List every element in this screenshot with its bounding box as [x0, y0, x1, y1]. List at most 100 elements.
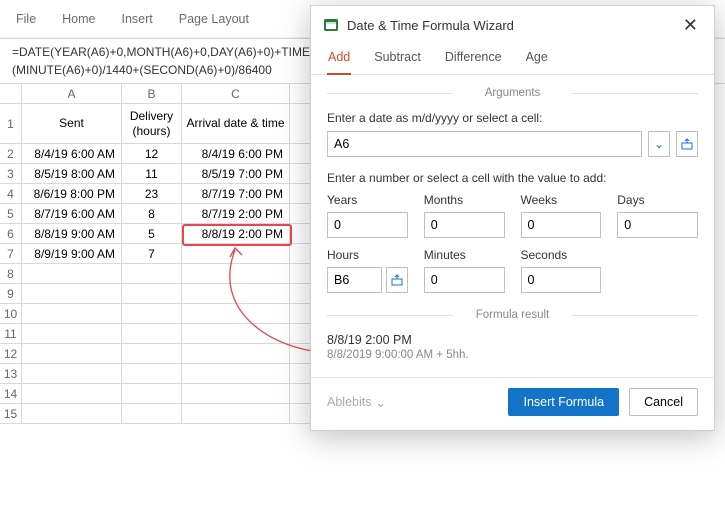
cell-delivery[interactable]: 11: [122, 164, 182, 184]
input-weeks[interactable]: [521, 212, 602, 238]
row-header[interactable]: 15: [0, 404, 22, 424]
cell-arrival[interactable]: [182, 244, 290, 264]
cell-sent[interactable]: 8/5/19 8:00 AM: [22, 164, 122, 184]
label-minutes: Minutes: [424, 248, 505, 262]
cell-delivery[interactable]: 5: [122, 224, 182, 244]
input-minutes[interactable]: [424, 267, 505, 293]
cell[interactable]: [182, 324, 290, 344]
cell[interactable]: [122, 344, 182, 364]
arguments-label: Arguments: [327, 87, 698, 99]
input-years[interactable]: [327, 212, 408, 238]
cell[interactable]: [22, 364, 122, 384]
row-header[interactable]: 1: [0, 104, 22, 144]
cell[interactable]: [22, 304, 122, 324]
cell-ref-icon: [681, 138, 693, 150]
row-header[interactable]: 12: [0, 344, 22, 364]
brand-link[interactable]: Ablebits⌄: [327, 395, 386, 410]
cell[interactable]: [22, 264, 122, 284]
cell[interactable]: [22, 384, 122, 404]
cell-delivery[interactable]: 12: [122, 144, 182, 164]
cell-sent[interactable]: 8/8/19 9:00 AM: [22, 224, 122, 244]
cell[interactable]: [122, 364, 182, 384]
cell-arrival[interactable]: 8/7/19 7:00 PM: [182, 184, 290, 204]
row-header[interactable]: 9: [0, 284, 22, 304]
cell[interactable]: [122, 404, 182, 424]
cell[interactable]: [182, 404, 290, 424]
dialog-title: Date & Time Formula Wizard: [347, 18, 671, 33]
cell[interactable]: [122, 264, 182, 284]
cell[interactable]: [182, 304, 290, 324]
cell[interactable]: [182, 284, 290, 304]
insert-formula-button[interactable]: Insert Formula: [508, 388, 619, 416]
tab-add[interactable]: Add: [327, 42, 351, 74]
cell[interactable]: [22, 284, 122, 304]
row-header[interactable]: 4: [0, 184, 22, 204]
cell[interactable]: [22, 324, 122, 344]
cell[interactable]: [122, 284, 182, 304]
tab-age[interactable]: Age: [525, 42, 549, 74]
row-header[interactable]: 3: [0, 164, 22, 184]
col-header-b[interactable]: B: [122, 84, 182, 104]
number-prompt: Enter a number or select a cell with the…: [327, 171, 698, 185]
cell-delivery[interactable]: 23: [122, 184, 182, 204]
date-prompt: Enter a date as m/d/yyyy or select a cel…: [327, 111, 698, 125]
row-header[interactable]: 7: [0, 244, 22, 264]
cell-arrival[interactable]: 8/8/19 2:00 PM: [182, 224, 290, 244]
cell-sent[interactable]: 8/4/19 6:00 AM: [22, 144, 122, 164]
result-short: 8/8/19 2:00 PM: [327, 333, 698, 347]
input-months[interactable]: [424, 212, 505, 238]
ribbon-tab-file[interactable]: File: [16, 12, 36, 26]
label-days: Days: [617, 193, 698, 207]
row-header[interactable]: 2: [0, 144, 22, 164]
row-header[interactable]: 13: [0, 364, 22, 384]
col-header-a[interactable]: A: [22, 84, 122, 104]
tab-difference[interactable]: Difference: [444, 42, 503, 74]
date-ref-button[interactable]: [676, 131, 698, 157]
header-sent[interactable]: Sent: [22, 104, 122, 144]
input-days[interactable]: [617, 212, 698, 238]
cell[interactable]: [182, 384, 290, 404]
header-arrival[interactable]: Arrival date & time: [182, 104, 290, 144]
col-header-c[interactable]: C: [182, 84, 290, 104]
cell[interactable]: [22, 344, 122, 364]
cell-delivery[interactable]: 7: [122, 244, 182, 264]
cell-delivery[interactable]: 8: [122, 204, 182, 224]
date-input[interactable]: [327, 131, 642, 157]
cell[interactable]: [122, 384, 182, 404]
dialog-tabs: Add Subtract Difference Age: [311, 42, 714, 75]
cell-ref-icon: [391, 274, 403, 286]
row-header[interactable]: 5: [0, 204, 22, 224]
row-header[interactable]: 10: [0, 304, 22, 324]
cell[interactable]: [182, 364, 290, 384]
ribbon-tab-page-layout[interactable]: Page Layout: [179, 12, 249, 26]
ribbon-tab-home[interactable]: Home: [62, 12, 95, 26]
ribbon-tab-insert[interactable]: Insert: [122, 12, 153, 26]
cancel-button[interactable]: Cancel: [629, 388, 698, 416]
cell-sent[interactable]: 8/6/19 8:00 PM: [22, 184, 122, 204]
cell-sent[interactable]: 8/9/19 9:00 AM: [22, 244, 122, 264]
close-button[interactable]: ✕: [679, 16, 702, 34]
row-header[interactable]: 8: [0, 264, 22, 284]
label-hours: Hours: [327, 248, 408, 262]
header-delivery[interactable]: Delivery (hours): [122, 104, 182, 144]
cell[interactable]: [122, 304, 182, 324]
cell-arrival[interactable]: 8/7/19 2:00 PM: [182, 204, 290, 224]
hours-ref-button[interactable]: [386, 267, 408, 293]
cell[interactable]: [182, 344, 290, 364]
input-hours[interactable]: [327, 267, 382, 293]
cell[interactable]: [22, 404, 122, 424]
input-seconds[interactable]: [521, 267, 602, 293]
row-header[interactable]: 14: [0, 384, 22, 404]
chevron-down-icon: ⌄: [654, 137, 664, 151]
row-header[interactable]: 6: [0, 224, 22, 244]
cell-arrival[interactable]: 8/4/19 6:00 PM: [182, 144, 290, 164]
cell-sent[interactable]: 8/7/19 6:00 AM: [22, 204, 122, 224]
tab-subtract[interactable]: Subtract: [373, 42, 422, 74]
cell[interactable]: [122, 324, 182, 344]
date-dropdown-button[interactable]: ⌄: [648, 131, 670, 157]
cell-arrival[interactable]: 8/5/19 7:00 PM: [182, 164, 290, 184]
chevron-down-icon: ⌄: [375, 395, 385, 410]
row-header[interactable]: 11: [0, 324, 22, 344]
cell[interactable]: [182, 264, 290, 284]
select-all-corner[interactable]: [0, 84, 22, 104]
